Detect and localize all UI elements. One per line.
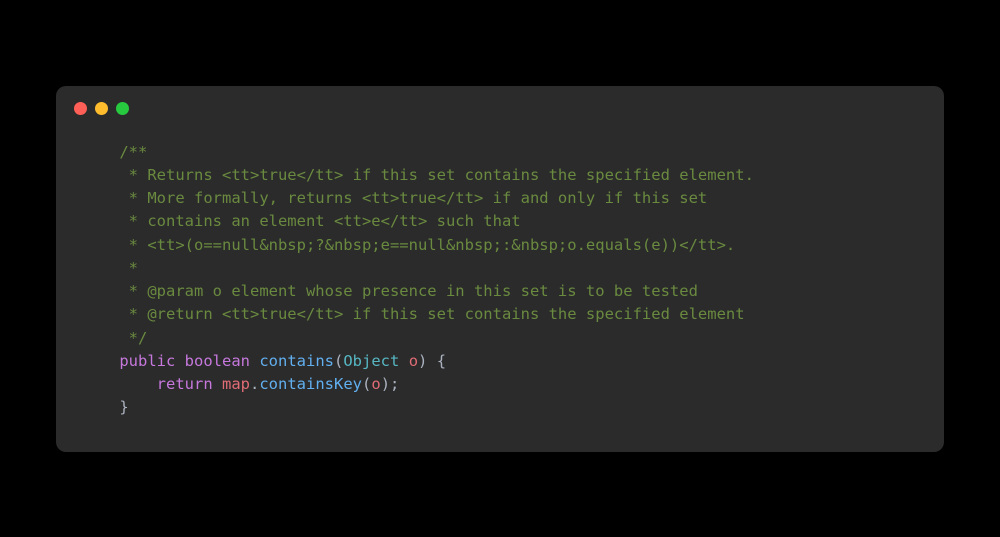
code-token: * @param o element whose presence in thi… [129,282,698,300]
code-token: o [409,352,418,370]
code-token: * contains an element <tt>e</tt> such th… [129,212,521,230]
code-line: * Returns <tt>true</tt> if this set cont… [82,164,918,187]
code-token: { [437,352,446,370]
code-token: Object [343,352,399,370]
code-line: */ [82,327,918,350]
code-token: * Returns <tt>true</tt> if this set cont… [129,166,754,184]
code-token: ( [334,352,343,370]
code-token: public [119,352,175,370]
code-token [399,352,408,370]
code-token [175,352,184,370]
code-token: . [250,375,259,393]
code-token: * @return <tt>true</tt> if this set cont… [129,305,745,323]
code-token: containsKey [259,375,362,393]
code-token [213,375,222,393]
code-token: ) [418,352,427,370]
code-token: * More formally, returns <tt>true</tt> i… [129,189,708,207]
code-window: /** * Returns <tt>true</tt> if this set … [56,86,944,452]
code-line: * More formally, returns <tt>true</tt> i… [82,187,918,210]
maximize-icon[interactable] [116,102,129,115]
code-token: ( [362,375,371,393]
code-line: /** [82,141,918,164]
code-line: * [82,257,918,280]
code-token [427,352,436,370]
code-token: contains [259,352,334,370]
code-token: ) [381,375,390,393]
code-token: boolean [185,352,250,370]
code-token: */ [129,329,148,347]
code-token: * <tt>(o==null&nbsp;?&nbsp;e==null&nbsp;… [129,236,736,254]
code-token: map [222,375,250,393]
minimize-icon[interactable] [95,102,108,115]
code-line: * <tt>(o==null&nbsp;?&nbsp;e==null&nbsp;… [82,234,918,257]
code-line: * contains an element <tt>e</tt> such th… [82,210,918,233]
code-token: ; [390,375,399,393]
code-token: * [129,259,138,277]
code-token: o [371,375,380,393]
code-line: } [82,396,918,419]
code-token: } [119,398,128,416]
code-token [250,352,259,370]
code-line: * @param o element whose presence in thi… [82,280,918,303]
code-content: /** * Returns <tt>true</tt> if this set … [56,123,944,452]
code-line: * @return <tt>true</tt> if this set cont… [82,303,918,326]
close-icon[interactable] [74,102,87,115]
code-token: /** [119,143,147,161]
code-line: public boolean contains(Object o) { [82,350,918,373]
code-token: return [157,375,213,393]
window-titlebar [56,86,944,123]
code-line: return map.containsKey(o); [82,373,918,396]
